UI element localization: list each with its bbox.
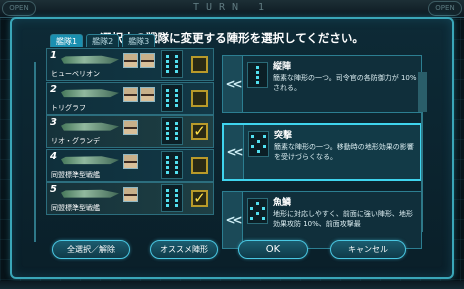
formation-fish-scale-icon bbox=[247, 198, 268, 224]
formation-list: << 縦陣 簡素な陣形の一つ。司令官の各防御力が 10%される。 << 突撃 簡… bbox=[222, 55, 422, 259]
avatar bbox=[123, 86, 138, 102]
ship-checkbox[interactable] bbox=[191, 156, 208, 174]
formation-description: 地形に対応しやすく、前面に強い陣形、地形効果攻防 10%、前面攻撃最 bbox=[273, 210, 413, 228]
ship-image bbox=[61, 156, 119, 165]
ship-number: 4 bbox=[50, 150, 57, 162]
ship-checkbox-checked[interactable]: ✓ bbox=[191, 123, 208, 140]
commander-portraits bbox=[123, 86, 155, 102]
ship-name: 同盟標準型戦艦 bbox=[51, 204, 100, 212]
ship-checkbox[interactable] bbox=[191, 89, 208, 107]
ship-checkbox[interactable] bbox=[191, 56, 208, 73]
ship-row[interactable]: 3 リオ・グランデ ✓ bbox=[46, 115, 214, 148]
ship-row[interactable]: 5 同盟標準型戦艦 ✓ bbox=[46, 182, 214, 215]
avatar bbox=[140, 86, 155, 102]
commander-portraits bbox=[123, 187, 138, 202]
avatar bbox=[123, 120, 138, 135]
ship-row[interactable]: 4 同盟標準型戦艦 bbox=[46, 148, 214, 182]
ship-number: 2 bbox=[50, 83, 57, 95]
formation-option-charge[interactable]: << 突撃 簡素な陣形の一つ。移動時の地形効果の影響を受けづらくなる。 bbox=[222, 123, 422, 181]
fleet-tabs: 艦隊1 艦隊2 艦隊3 bbox=[50, 34, 156, 48]
ship-number: 5 bbox=[50, 184, 57, 195]
formation-name: 突撃 bbox=[274, 131, 293, 141]
formation-pattern-icon bbox=[161, 117, 183, 145]
double-chevron-left-icon[interactable]: << bbox=[223, 56, 243, 112]
recommended-formation-button[interactable]: オススメ陣形 bbox=[150, 240, 218, 259]
ship-image bbox=[61, 189, 119, 198]
formation-name: 魚鱗 bbox=[273, 198, 292, 208]
avatar bbox=[140, 53, 155, 68]
turn-label: TURN 1 bbox=[192, 2, 272, 13]
ship-name: トリグラフ bbox=[51, 103, 86, 112]
ship-name: 同盟標準型戦艦 bbox=[51, 170, 100, 179]
ship-name: ヒューベリオン bbox=[51, 70, 100, 78]
ship-row[interactable]: 1 ヒューベリオン bbox=[46, 48, 214, 81]
formation-column-icon bbox=[247, 62, 268, 88]
ship-checkbox-checked[interactable]: ✓ bbox=[191, 190, 208, 207]
avatar bbox=[123, 53, 138, 68]
tab-fleet-3[interactable]: 艦隊3 bbox=[122, 34, 156, 47]
formation-pattern-icon bbox=[161, 83, 183, 112]
formation-description: 簡素な陣形の一つ。移動時の地形効果の影響を受けづらくなる。 bbox=[274, 143, 414, 161]
bottom-bar bbox=[0, 281, 464, 289]
ship-row[interactable]: 2 トリグラフ bbox=[46, 81, 214, 115]
ship-name: リオ・グランデ bbox=[51, 137, 100, 145]
select-all-button[interactable]: 全選択／解除 bbox=[52, 240, 130, 259]
formation-name: 縦陣 bbox=[273, 62, 292, 72]
formation-charge-icon bbox=[248, 131, 269, 157]
avatar bbox=[123, 153, 138, 169]
double-chevron-left-icon[interactable]: << bbox=[224, 125, 244, 179]
commander-portraits bbox=[123, 120, 138, 135]
ok-button[interactable]: OK bbox=[238, 240, 308, 259]
tab-fleet-2[interactable]: 艦隊2 bbox=[86, 34, 120, 47]
formation-pattern-icon bbox=[161, 50, 183, 78]
open-right-button[interactable]: OPEN bbox=[428, 1, 462, 16]
avatar bbox=[123, 187, 138, 202]
ship-list: 1 ヒューベリオン 2 トリグラフ 3 リオ・グランデ ✓ 4 同盟標準型戦艦 bbox=[46, 48, 214, 216]
formation-pattern-icon bbox=[161, 184, 183, 212]
commander-portraits bbox=[123, 53, 155, 68]
commander-portraits bbox=[123, 153, 138, 169]
scrollbar-thumb[interactable] bbox=[418, 72, 427, 112]
ship-list-scrollbar[interactable] bbox=[26, 62, 36, 242]
formation-pattern-icon bbox=[161, 150, 183, 179]
formation-option-column[interactable]: << 縦陣 簡素な陣形の一つ。司令官の各防御力が 10%される。 bbox=[222, 55, 422, 113]
ship-image bbox=[61, 55, 119, 64]
top-bar: OPEN TURN 1 OPEN bbox=[0, 0, 464, 18]
formation-description: 簡素な陣形の一つ。司令官の各防御力が 10%される。 bbox=[273, 74, 417, 92]
ship-number: 1 bbox=[50, 50, 57, 61]
dialog-buttons: 全選択／解除 オススメ陣形 OK キャンセル bbox=[52, 240, 406, 260]
cancel-button[interactable]: キャンセル bbox=[330, 240, 406, 259]
ship-image bbox=[61, 89, 119, 98]
ship-image bbox=[61, 122, 119, 131]
ship-number: 3 bbox=[50, 117, 57, 128]
tab-fleet-1[interactable]: 艦隊1 bbox=[50, 34, 84, 47]
